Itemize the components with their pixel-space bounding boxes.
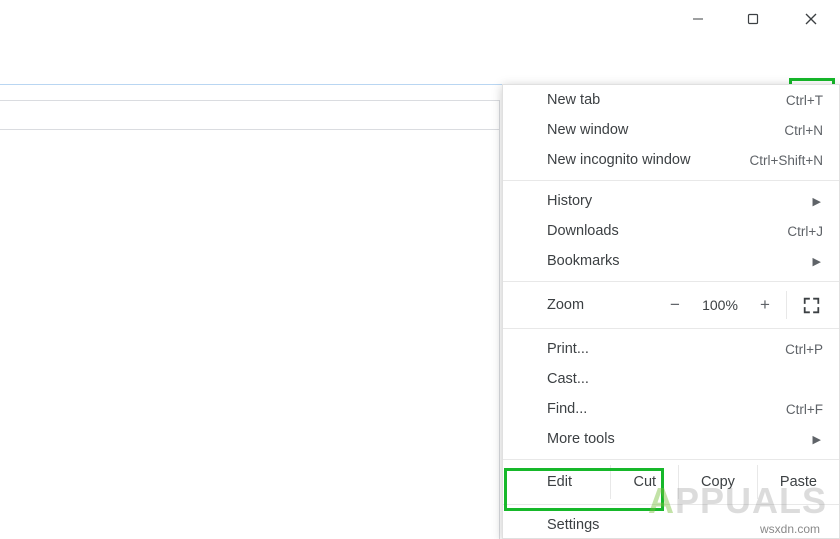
menu-separator	[503, 459, 839, 460]
minimize-icon	[692, 13, 704, 25]
menu-item-label: New window	[547, 122, 628, 138]
close-button[interactable]	[788, 0, 834, 38]
zoom-label: Zoom	[547, 297, 584, 313]
menu-separator	[503, 180, 839, 181]
menu-separator	[503, 328, 839, 329]
wsxdn-watermark: wsxdn.com	[760, 522, 820, 536]
zoom-in-button[interactable]: +	[748, 291, 782, 319]
divider	[786, 291, 787, 319]
menu-item-shortcut: Ctrl+Shift+N	[749, 153, 825, 168]
maximize-button[interactable]	[730, 0, 776, 38]
menu-item-label: New tab	[547, 92, 600, 108]
appuals-watermark-a: A	[648, 480, 675, 521]
chevron-right-icon: ▶	[813, 433, 825, 446]
browser-toolbar: A	[0, 38, 840, 90]
menu-item-shortcut: Ctrl+J	[787, 224, 825, 239]
menu-item-new-window[interactable]: New window Ctrl+N	[503, 115, 839, 145]
menu-item-label: Find...	[547, 401, 587, 417]
menu-item-label: Cast...	[547, 371, 589, 387]
menu-item-new-incognito-window[interactable]: New incognito window Ctrl+Shift+N	[503, 145, 839, 175]
menu-item-history[interactable]: History ▶	[503, 186, 839, 216]
menu-item-bookmarks[interactable]: Bookmarks ▶	[503, 246, 839, 276]
menu-item-shortcut: Ctrl+T	[786, 93, 825, 108]
menu-item-print[interactable]: Print... Ctrl+P	[503, 334, 839, 364]
minimize-button[interactable]	[675, 0, 721, 38]
page-panel-top	[0, 100, 500, 130]
menu-item-cast[interactable]: Cast...	[503, 364, 839, 394]
appuals-watermark: APPUALS	[648, 480, 827, 522]
menu-item-find[interactable]: Find... Ctrl+F	[503, 394, 839, 424]
menu-item-label: New incognito window	[547, 152, 690, 168]
menu-item-label: History	[547, 193, 592, 209]
menu-item-shortcut: Ctrl+N	[784, 123, 825, 138]
menu-item-shortcut: Ctrl+F	[786, 402, 825, 417]
browser-window: A New tab Ctrl+T New window Ctrl+N New i…	[0, 0, 840, 539]
menu-item-label: More tools	[547, 431, 615, 447]
chevron-right-icon: ▶	[813, 255, 825, 268]
maximize-icon	[746, 12, 760, 26]
appuals-watermark-text: PPUALS	[675, 480, 827, 521]
close-icon	[804, 12, 818, 26]
zoom-controls: − 100% +	[658, 291, 831, 319]
window-titlebar	[0, 0, 840, 38]
menu-item-new-tab[interactable]: New tab Ctrl+T	[503, 85, 839, 115]
zoom-level-value: 100%	[692, 297, 748, 313]
menu-item-label: Print...	[547, 341, 589, 357]
fullscreen-icon[interactable]	[791, 291, 831, 319]
menu-row-zoom: Zoom − 100% +	[503, 287, 839, 323]
menu-item-more-tools[interactable]: More tools ▶	[503, 424, 839, 454]
menu-item-label: Settings	[547, 517, 599, 533]
menu-item-downloads[interactable]: Downloads Ctrl+J	[503, 216, 839, 246]
menu-item-label: Downloads	[547, 223, 619, 239]
menu-separator	[503, 281, 839, 282]
menu-item-shortcut: Ctrl+P	[785, 342, 825, 357]
settings-highlight-box	[504, 468, 664, 511]
page-panel-body	[0, 130, 500, 539]
chevron-right-icon: ▶	[813, 195, 825, 208]
menu-item-label: Bookmarks	[547, 253, 620, 269]
zoom-out-button[interactable]: −	[658, 291, 692, 319]
